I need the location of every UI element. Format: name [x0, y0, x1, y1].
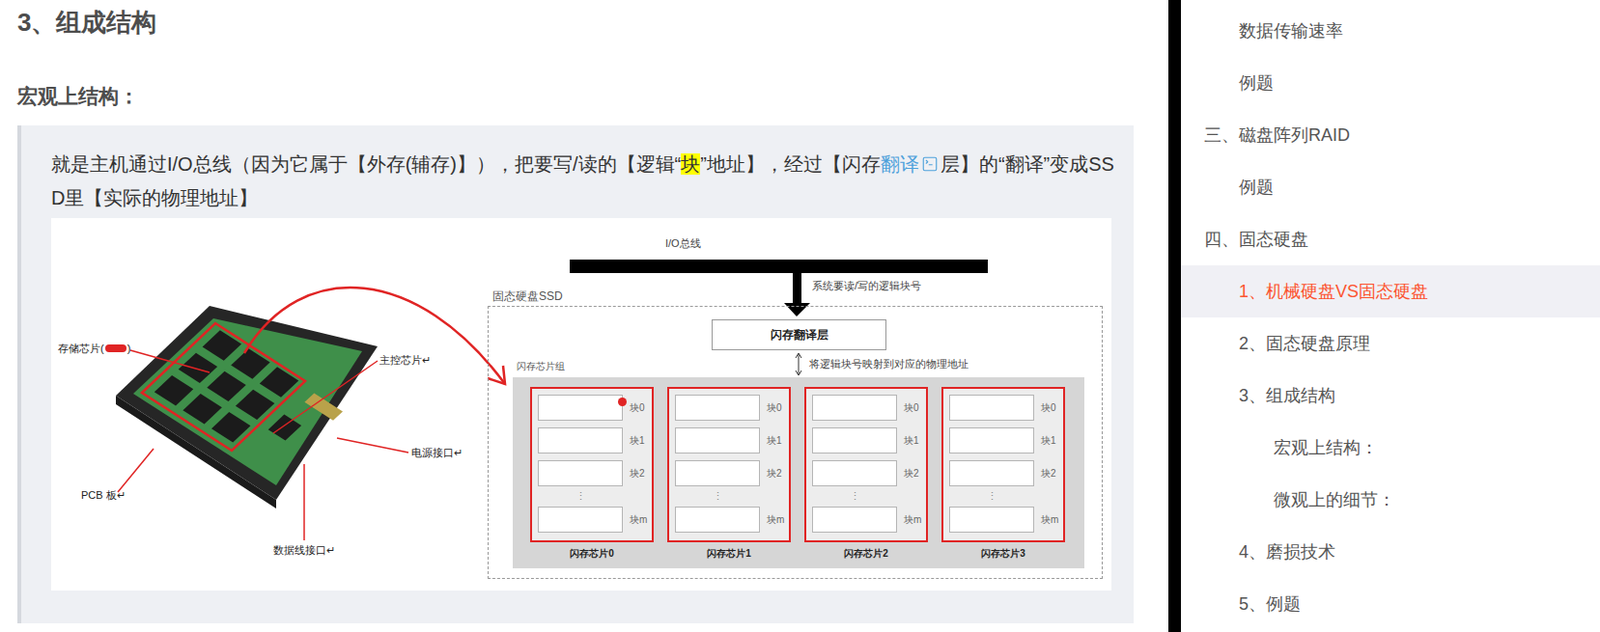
section-heading: 3、组成结构 — [17, 5, 1169, 39]
toc-item[interactable]: 例题 — [1180, 56, 1600, 110]
group-label: 闪存芯片组 — [516, 360, 565, 373]
toc-item[interactable]: 三、磁盘阵列RAID — [1180, 109, 1600, 162]
flash-block: 块2 — [949, 460, 1064, 487]
block-ellipsis: ⋮ — [537, 493, 623, 501]
flash-block: 块1 — [949, 427, 1064, 454]
page: 3、组成结构宏观上结构：就是主机通过I/O总线（因为它属于【外存(辅存)】），把… — [0, 0, 1600, 632]
flash-block: 块1 — [674, 427, 789, 454]
flash-chip: 块0 块1 块2 ⋮ 块m 闪存芯片3 — [941, 387, 1066, 569]
terminal-icon — [921, 155, 939, 173]
toc-item[interactable]: 4、磨损技术 — [1180, 526, 1600, 579]
flash-block: 块1 — [812, 427, 927, 454]
chip-label: 闪存芯片3 — [981, 547, 1026, 561]
photo-label: 存储芯片() — [57, 341, 131, 356]
quote-text: 就是主机通过I/O总线（因为它属于【外存(辅存)】），把要写/读的【逻辑“块”地… — [51, 147, 1115, 216]
flash-block: 块0 — [537, 394, 652, 422]
toc-sidebar: 数据传输速率例题三、磁盘阵列RAID例题四、固态硬盘1、机械硬盘VS固态硬盘2、… — [1180, 0, 1600, 632]
flash-block: 块0 — [674, 394, 789, 422]
photo-label: 主控芯片↵ — [379, 353, 431, 367]
highlight: 块 — [680, 153, 701, 175]
photo-label: 数据线接口↵ — [273, 543, 336, 558]
flash-chip: 块0 块1 块2 ⋮ 块m 闪存芯片0 — [530, 387, 654, 569]
quote-block: 就是主机通过I/O总线（因为它属于【外存(辅存)】），把要写/读的【逻辑“块”地… — [17, 125, 1134, 624]
ssd-label: 固态硬盘SSD — [492, 289, 565, 305]
bus-label: I/O总线 — [665, 236, 702, 251]
block-ellipsis: ⋮ — [949, 493, 1035, 501]
flash-block: 块0 — [812, 394, 927, 422]
flash-chip: 块0 块1 块2 ⋮ 块m 闪存芯片1 — [667, 387, 791, 569]
toc-item[interactable]: 3、组成结构 — [1180, 369, 1600, 422]
toc-item[interactable]: 宏观上结构： — [1180, 421, 1600, 475]
marked-dot — [617, 397, 627, 407]
flash-block: 块m — [812, 506, 927, 534]
flash-translation-layer: 闪存翻译层 — [711, 319, 887, 351]
toc-item[interactable]: 四、固态硬盘 — [1180, 213, 1600, 266]
term-link[interactable]: 翻译 — [880, 153, 941, 175]
flash-block: 块0 — [949, 394, 1064, 422]
chip-group: 块0 块1 块2 ⋮ 块m 闪存芯片0 块0 块1 块2 ⋮ 块m 闪存芯片1 块0 块1 块2 ⋮ 块m 闪存芯… — [512, 377, 1085, 569]
ssd-figure: 存储芯片() 主控芯片↵ 电源接口↵ PCB 板↵ 数据线接口↵ I/O总线系统要读/写的… — [51, 218, 1112, 591]
toc-item[interactable]: 1、机械硬盘VS固态硬盘 — [1180, 265, 1600, 318]
flash-chip: 块0 块1 块2 ⋮ 块m 闪存芯片2 — [804, 387, 928, 569]
divider — [1168, 0, 1181, 632]
flash-block: 块m — [674, 506, 789, 534]
flash-block: 块2 — [674, 460, 789, 487]
chip-label: 闪存芯片1 — [706, 547, 752, 561]
toc-item[interactable]: 例题 — [1180, 161, 1600, 214]
toc-item[interactable]: 5、例题 — [1180, 578, 1600, 631]
flash-block: 块m — [537, 506, 652, 534]
sub-heading: 宏观上结构： — [17, 82, 1169, 112]
article: 3、组成结构宏观上结构： 就是主机通过I/O总线（因为它属于【外存(辅存)】），把… — [0, 0, 1169, 632]
chip-label: 闪存芯片2 — [843, 547, 889, 561]
flash-block: 块2 — [537, 460, 652, 487]
flash-block: 块2 — [812, 460, 927, 487]
toc-item[interactable]: 微观上的细节： — [1180, 474, 1600, 527]
mapping-label: 将逻辑块号映射到对应的物理地址 — [809, 357, 969, 371]
block-ellipsis: ⋮ — [812, 493, 898, 501]
photo-label: 电源接口↵ — [411, 446, 463, 460]
flash-block: 块1 — [537, 427, 652, 454]
photo-label: PCB 板↵ — [81, 488, 126, 503]
block-ellipsis: ⋮ — [674, 493, 760, 501]
request-label: 系统要读/写的逻辑块号 — [812, 279, 922, 293]
toc-item[interactable]: 2、固态硬盘原理 — [1180, 317, 1600, 370]
toc-item[interactable]: 数据传输速率 — [1180, 4, 1600, 57]
chip-label: 闪存芯片0 — [569, 547, 615, 561]
flash-block: 块m — [949, 506, 1064, 534]
redaction-mark — [105, 344, 127, 353]
